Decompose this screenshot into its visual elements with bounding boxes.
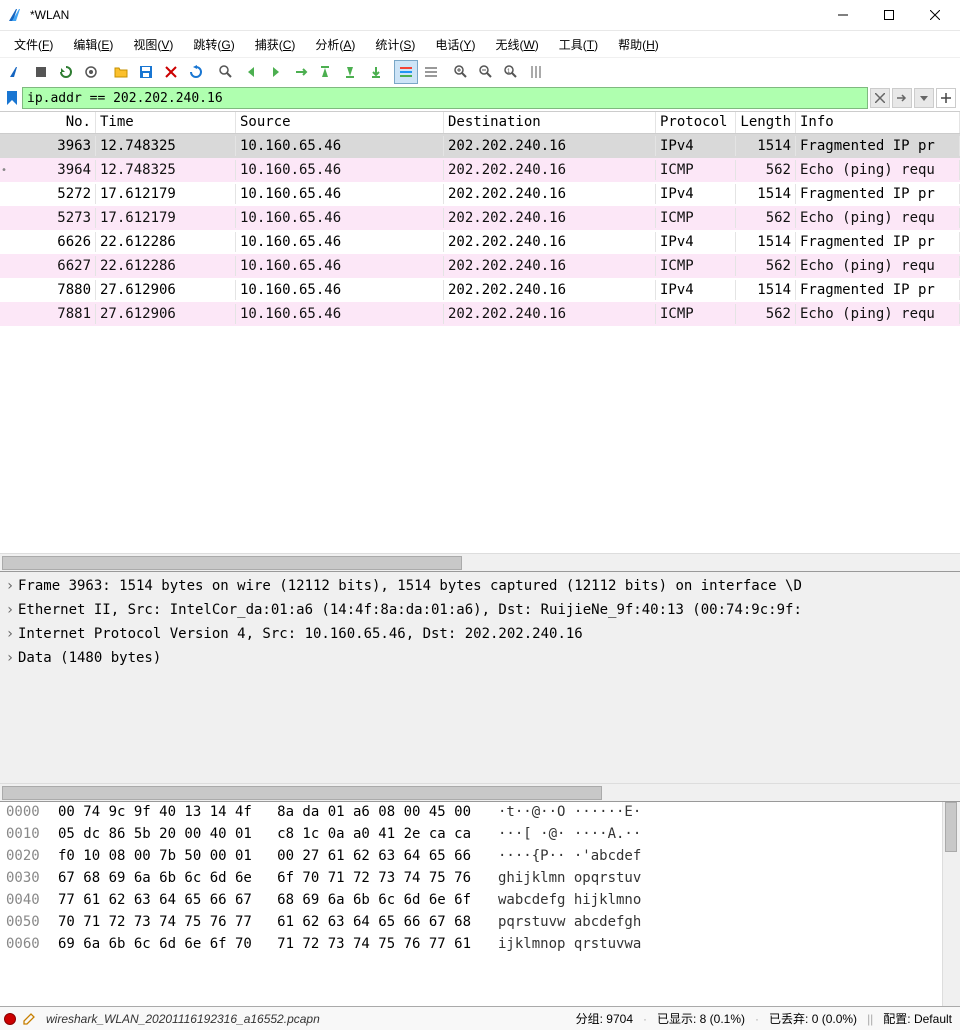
menu-item-3[interactable]: 跳转(G): [185, 33, 242, 56]
packet-row[interactable]: 662722.61228610.160.65.46202.202.240.16I…: [0, 254, 960, 278]
close-button[interactable]: [912, 0, 958, 30]
menu-item-6[interactable]: 统计(S): [367, 33, 423, 56]
detail-row[interactable]: ›Internet Protocol Version 4, Src: 10.16…: [2, 622, 958, 646]
menu-item-10[interactable]: 帮助(H): [610, 33, 667, 56]
packet-row[interactable]: 788027.61290610.160.65.46202.202.240.16I…: [0, 278, 960, 302]
shark-fin-icon[interactable]: [4, 60, 28, 84]
status-file: wireshark_WLAN_20201116192316_a16552.pca…: [42, 1012, 566, 1026]
menu-item-0[interactable]: 文件(F): [6, 33, 61, 56]
hex-row[interactable]: 003067 68 69 6a 6b 6c 6d 6e 6f 70 71 72 …: [6, 870, 936, 892]
filter-apply-button[interactable]: [892, 88, 912, 108]
open-file-button[interactable]: [109, 60, 133, 84]
hex-row[interactable]: 001005 dc 86 5b 20 00 40 01 c8 1c 0a a0 …: [6, 826, 936, 848]
hex-row[interactable]: 000000 74 9c 9f 40 13 14 4f 8a da 01 a6 …: [6, 804, 936, 826]
restart-capture-button[interactable]: [54, 60, 78, 84]
menu-item-4[interactable]: 捕获(C): [247, 33, 304, 56]
statusbar: wireshark_WLAN_20201116192316_a16552.pca…: [0, 1006, 960, 1030]
filter-dropdown-button[interactable]: [914, 88, 934, 108]
minimize-button[interactable]: [820, 0, 866, 30]
packet-row[interactable]: 527317.61217910.160.65.46202.202.240.16I…: [0, 206, 960, 230]
menu-item-9[interactable]: 工具(T): [551, 33, 606, 56]
hex-vscroll[interactable]: [942, 802, 960, 1006]
col-protocol[interactable]: Protocol: [656, 112, 736, 133]
hex-row[interactable]: 006069 6a 6b 6c 6d 6e 6f 70 71 72 73 74 …: [6, 936, 936, 958]
close-file-button[interactable]: [159, 60, 183, 84]
menu-item-7[interactable]: 电话(Y): [427, 33, 483, 56]
menubar: 文件(F)编辑(E)视图(V)跳转(G)捕获(C)分析(A)统计(S)电话(Y)…: [0, 31, 960, 57]
details-body[interactable]: ›Frame 3963: 1514 bytes on wire (12112 b…: [0, 572, 960, 783]
packet-list-body[interactable]: 396312.74832510.160.65.46202.202.240.16I…: [0, 134, 960, 553]
go-forward-button[interactable]: [264, 60, 288, 84]
toolbar: 1: [0, 57, 960, 85]
col-length[interactable]: Length: [736, 112, 796, 133]
detail-row[interactable]: ›Ethernet II, Src: IntelCor_da:01:a6 (14…: [2, 598, 958, 622]
goto-packet-button[interactable]: [289, 60, 313, 84]
go-back-button[interactable]: [239, 60, 263, 84]
go-first-button[interactable]: [314, 60, 338, 84]
col-time[interactable]: Time: [96, 112, 236, 133]
col-destination[interactable]: Destination: [444, 112, 656, 133]
packet-details-pane: ›Frame 3963: 1514 bytes on wire (12112 b…: [0, 571, 960, 801]
stop-capture-button[interactable]: [29, 60, 53, 84]
menu-item-2[interactable]: 视图(V): [125, 33, 181, 56]
colorize-button[interactable]: [394, 60, 418, 84]
expand-icon[interactable]: ›: [2, 626, 18, 642]
filter-add-button[interactable]: [936, 88, 956, 108]
status-packets: 分组: 9704: [572, 1010, 637, 1027]
hex-row[interactable]: 005070 71 72 73 74 75 76 77 61 62 63 64 …: [6, 914, 936, 936]
status-profile[interactable]: 配置: Default: [879, 1010, 956, 1027]
autoscroll-button[interactable]: [364, 60, 388, 84]
packet-row[interactable]: 396312.74832510.160.65.46202.202.240.16I…: [0, 134, 960, 158]
menu-item-8[interactable]: 无线(W): [487, 33, 546, 56]
no-colorize-button[interactable]: [419, 60, 443, 84]
details-hscroll[interactable]: [0, 783, 960, 801]
packet-list-header[interactable]: No. Time Source Destination Protocol Len…: [0, 112, 960, 134]
filter-bookmark-icon[interactable]: [4, 90, 20, 106]
display-filter-input[interactable]: [22, 87, 868, 109]
expand-icon[interactable]: ›: [2, 650, 18, 666]
packet-row[interactable]: 788127.61290610.160.65.46202.202.240.16I…: [0, 302, 960, 326]
save-file-button[interactable]: [134, 60, 158, 84]
resize-columns-button[interactable]: [524, 60, 548, 84]
packet-list-pane: No. Time Source Destination Protocol Len…: [0, 111, 960, 571]
filter-bar: [0, 85, 960, 111]
find-button[interactable]: [214, 60, 238, 84]
status-displayed: 已显示: 8 (0.1%): [653, 1010, 749, 1027]
titlebar: *WLAN: [0, 0, 960, 31]
expand-icon[interactable]: ›: [2, 602, 18, 618]
expert-info-icon[interactable]: [4, 1013, 16, 1025]
expand-icon[interactable]: ›: [2, 578, 18, 594]
detail-row[interactable]: ›Data (1480 bytes): [2, 646, 958, 670]
menu-item-1[interactable]: 编辑(E): [65, 33, 121, 56]
col-info[interactable]: Info: [796, 112, 960, 133]
zoom-out-button[interactable]: [474, 60, 498, 84]
zoom-reset-button[interactable]: 1: [499, 60, 523, 84]
go-last-button[interactable]: [339, 60, 363, 84]
maximize-button[interactable]: [866, 0, 912, 30]
packet-row[interactable]: •396412.74832510.160.65.46202.202.240.16…: [0, 158, 960, 182]
col-no[interactable]: No.: [8, 112, 96, 133]
app-logo-icon: [8, 7, 24, 23]
detail-row[interactable]: ›Frame 3963: 1514 bytes on wire (12112 b…: [2, 574, 958, 598]
capture-options-button[interactable]: [79, 60, 103, 84]
packet-row[interactable]: 662622.61228610.160.65.46202.202.240.16I…: [0, 230, 960, 254]
filter-clear-button[interactable]: [870, 88, 890, 108]
col-source[interactable]: Source: [236, 112, 444, 133]
hex-body[interactable]: 000000 74 9c 9f 40 13 14 4f 8a da 01 a6 …: [0, 802, 942, 1006]
packet-bytes-pane: 000000 74 9c 9f 40 13 14 4f 8a da 01 a6 …: [0, 801, 960, 1006]
reload-button[interactable]: [184, 60, 208, 84]
packet-row[interactable]: 527217.61217910.160.65.46202.202.240.16I…: [0, 182, 960, 206]
hex-row[interactable]: 004077 61 62 63 64 65 66 67 68 69 6a 6b …: [6, 892, 936, 914]
zoom-in-button[interactable]: [449, 60, 473, 84]
capture-file-edit-icon[interactable]: [22, 1012, 36, 1026]
packet-list-hscroll[interactable]: [0, 553, 960, 571]
window-title: *WLAN: [30, 8, 820, 22]
hex-row[interactable]: 0020f0 10 08 00 7b 50 00 01 00 27 61 62 …: [6, 848, 936, 870]
status-dropped: 已丢弃: 0 (0.0%): [765, 1010, 861, 1027]
menu-item-5[interactable]: 分析(A): [307, 33, 363, 56]
